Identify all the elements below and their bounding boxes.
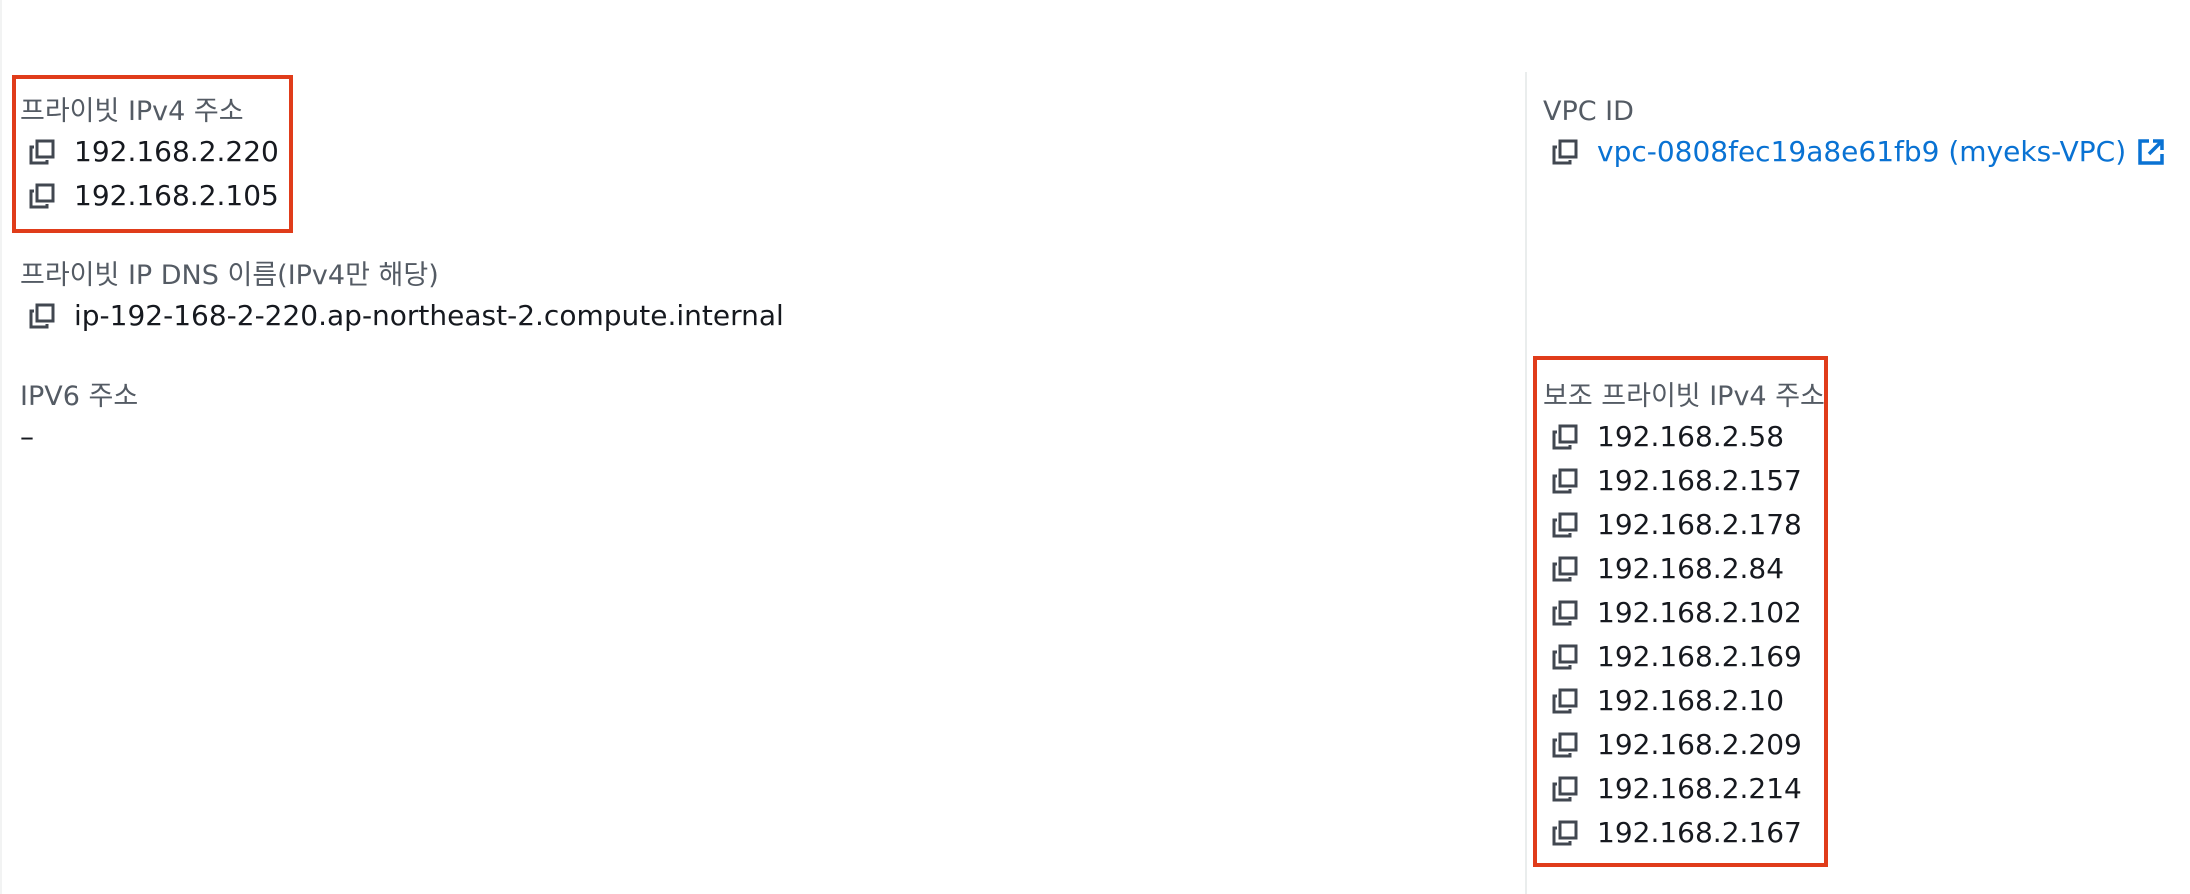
private-ipv4-value: 192.168.2.105 [74, 179, 279, 212]
private-dns-row: ip-192-168-2-220.ap-northeast-2.compute.… [20, 294, 784, 338]
secondary-private-ipv4-row: 192.168.2.157 [1543, 459, 1825, 503]
secondary-private-ipv4-row: 192.168.2.167 [1543, 811, 1825, 855]
private-ipv4-row: 192.168.2.105 [20, 174, 279, 218]
secondary-private-ipv4-field: 보조 프라이빗 IPv4 주소 192.168.2.58 192.168.2.15… [1543, 379, 1825, 855]
copy-icon[interactable] [1543, 767, 1587, 811]
private-ipv4-label: 프라이빗 IPv4 주소 [20, 96, 244, 127]
private-dns-value: ip-192-168-2-220.ap-northeast-2.compute.… [74, 299, 784, 332]
column-divider [1525, 72, 1527, 894]
vpc-id-row: vpc-0808fec19a8e61fb9 (myeks-VPC) [1543, 130, 2166, 174]
secondary-private-ipv4-value: 192.168.2.102 [1597, 596, 1802, 629]
copy-icon[interactable] [1543, 679, 1587, 723]
copy-icon[interactable] [1543, 723, 1587, 767]
secondary-private-ipv4-value: 192.168.2.167 [1597, 816, 1802, 849]
secondary-private-ipv4-value: 192.168.2.214 [1597, 772, 1802, 805]
copy-icon[interactable] [20, 294, 64, 338]
copy-icon[interactable] [1543, 503, 1587, 547]
vpc-id-link[interactable]: vpc-0808fec19a8e61fb9 (myeks-VPC) [1597, 130, 2166, 174]
secondary-private-ipv4-row: 192.168.2.214 [1543, 767, 1825, 811]
secondary-private-ipv4-row: 192.168.2.102 [1543, 591, 1825, 635]
copy-icon[interactable] [1543, 415, 1587, 459]
secondary-private-ipv4-row: 192.168.2.178 [1543, 503, 1825, 547]
private-ipv4-field: 프라이빗 IPv4 주소 192.168.2.220 192.168.2.105 [20, 94, 279, 218]
copy-icon[interactable] [1543, 547, 1587, 591]
secondary-private-ipv4-row: 192.168.2.169 [1543, 635, 1825, 679]
copy-icon[interactable] [1543, 591, 1587, 635]
copy-icon[interactable] [1543, 811, 1587, 855]
secondary-private-ipv4-list: 192.168.2.58 192.168.2.157 192.168.2.178 19… [1543, 415, 1825, 855]
secondary-private-ipv4-value: 192.168.2.157 [1597, 464, 1802, 497]
ipv6-label: IPV6 주소 [20, 381, 139, 412]
secondary-private-ipv4-row: 192.168.2.10 [1543, 679, 1825, 723]
secondary-private-ipv4-value: 192.168.2.169 [1597, 640, 1802, 673]
secondary-private-ipv4-row: 192.168.2.84 [1543, 547, 1825, 591]
private-ipv4-value: 192.168.2.220 [74, 135, 279, 168]
secondary-private-ipv4-row: 192.168.2.209 [1543, 723, 1825, 767]
panel-left-border [0, 0, 2, 894]
copy-icon[interactable] [1543, 459, 1587, 503]
secondary-private-ipv4-label: 보조 프라이빗 IPv4 주소 [1543, 381, 1825, 412]
secondary-private-ipv4-value: 192.168.2.84 [1597, 552, 1785, 585]
secondary-private-ipv4-row: 192.168.2.58 [1543, 415, 1825, 459]
secondary-private-ipv4-value: 192.168.2.209 [1597, 728, 1802, 761]
vpc-id-label: VPC ID [1543, 96, 1634, 127]
ipv6-field: IPV6 주소 – [20, 379, 138, 459]
private-dns-field: 프라이빗 IP DNS 이름(IPv4만 해당) ip-192-168-2-22… [20, 258, 784, 338]
copy-icon[interactable] [20, 130, 64, 174]
copy-icon[interactable] [1543, 635, 1587, 679]
vpc-id-field: VPC ID vpc-0808fec19a8e61fb9 (myeks-VPC) [1543, 94, 2166, 174]
ipv6-value: – [20, 420, 34, 453]
secondary-private-ipv4-value: 192.168.2.58 [1597, 420, 1785, 453]
external-link-icon [2136, 137, 2166, 167]
private-dns-label: 프라이빗 IP DNS 이름(IPv4만 해당) [20, 260, 439, 291]
vpc-id-value: vpc-0808fec19a8e61fb9 (myeks-VPC) [1597, 135, 2127, 168]
private-ipv4-row: 192.168.2.220 [20, 130, 279, 174]
copy-icon[interactable] [20, 174, 64, 218]
secondary-private-ipv4-value: 192.168.2.178 [1597, 508, 1802, 541]
copy-icon[interactable] [1543, 130, 1587, 174]
ipv6-row: – [20, 415, 138, 459]
secondary-private-ipv4-value: 192.168.2.10 [1597, 684, 1785, 717]
